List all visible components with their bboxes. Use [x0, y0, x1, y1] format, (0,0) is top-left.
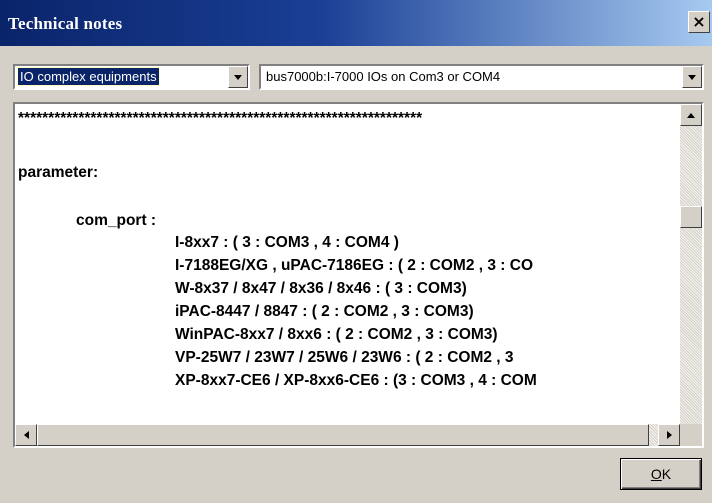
- close-button[interactable]: ×: [688, 11, 710, 33]
- item-dropdown-arrow-button[interactable]: [682, 66, 702, 88]
- notes-line: ****************************************…: [18, 110, 423, 127]
- notes-line: I-8xx7 : ( 3 : COM3 , 4 : COM4 ): [175, 234, 399, 251]
- notes-line: W-8x37 / 8x47 / 8x36 / 8x46 : ( 3 : COM3…: [175, 280, 467, 297]
- ok-button-accelerator: O: [650, 466, 662, 482]
- category-dropdown-value: IO complex equipments: [17, 67, 160, 86]
- item-dropdown[interactable]: bus7000b:I-7000 IOs on Com3 or COM4: [259, 64, 704, 90]
- notes-content: ****************************************…: [15, 104, 680, 424]
- close-icon: ×: [692, 12, 706, 31]
- category-dropdown[interactable]: IO complex equipments: [13, 64, 250, 90]
- horizontal-scroll-thumb[interactable]: [37, 424, 649, 446]
- notes-line: iPAC-8447 / 8847 : ( 2 : COM2 , 3 : COM3…: [175, 303, 474, 320]
- vertical-scrollbar[interactable]: [680, 104, 702, 424]
- title-bar[interactable]: Technical notes ×: [0, 0, 712, 46]
- chevron-down-icon: [234, 75, 242, 80]
- technical-notes-text-area[interactable]: ****************************************…: [13, 102, 704, 448]
- category-dropdown-arrow-button[interactable]: [228, 66, 248, 88]
- ok-button-label-rest: K: [661, 466, 672, 482]
- notes-line: WinPAC-8xx7 / 8xx6 : ( 2 : COM2 , 3 : CO…: [175, 326, 498, 343]
- arrow-right-icon: [667, 431, 672, 439]
- ok-button[interactable]: OK: [620, 458, 702, 490]
- notes-line: I-7188EG/XG , uPAC-7186EG : ( 2 : COM2 ,…: [175, 257, 534, 274]
- notes-line: com_port :: [76, 212, 157, 229]
- horizontal-scrollbar[interactable]: [15, 424, 680, 446]
- scrollbar-corner: [680, 424, 702, 446]
- notes-line: XP-8xx7-CE6 / XP-8xx6-CE6 : (3 : COM3 , …: [175, 372, 537, 389]
- arrow-left-icon: [24, 431, 29, 439]
- notes-line: VP-25W7 / 23W7 / 25W6 / 23W6 : ( 2 : COM…: [175, 349, 514, 366]
- window-title: Technical notes: [8, 14, 123, 33]
- arrow-up-icon: [687, 113, 695, 118]
- item-dropdown-value: bus7000b:I-7000 IOs on Com3 or COM4: [266, 69, 501, 84]
- chevron-down-icon: [688, 75, 696, 80]
- scroll-right-button[interactable]: [658, 424, 680, 446]
- notes-line: parameter:: [18, 164, 99, 181]
- vertical-scroll-thumb[interactable]: [680, 206, 702, 228]
- scroll-left-button[interactable]: [15, 424, 37, 446]
- scroll-up-button[interactable]: [680, 104, 702, 126]
